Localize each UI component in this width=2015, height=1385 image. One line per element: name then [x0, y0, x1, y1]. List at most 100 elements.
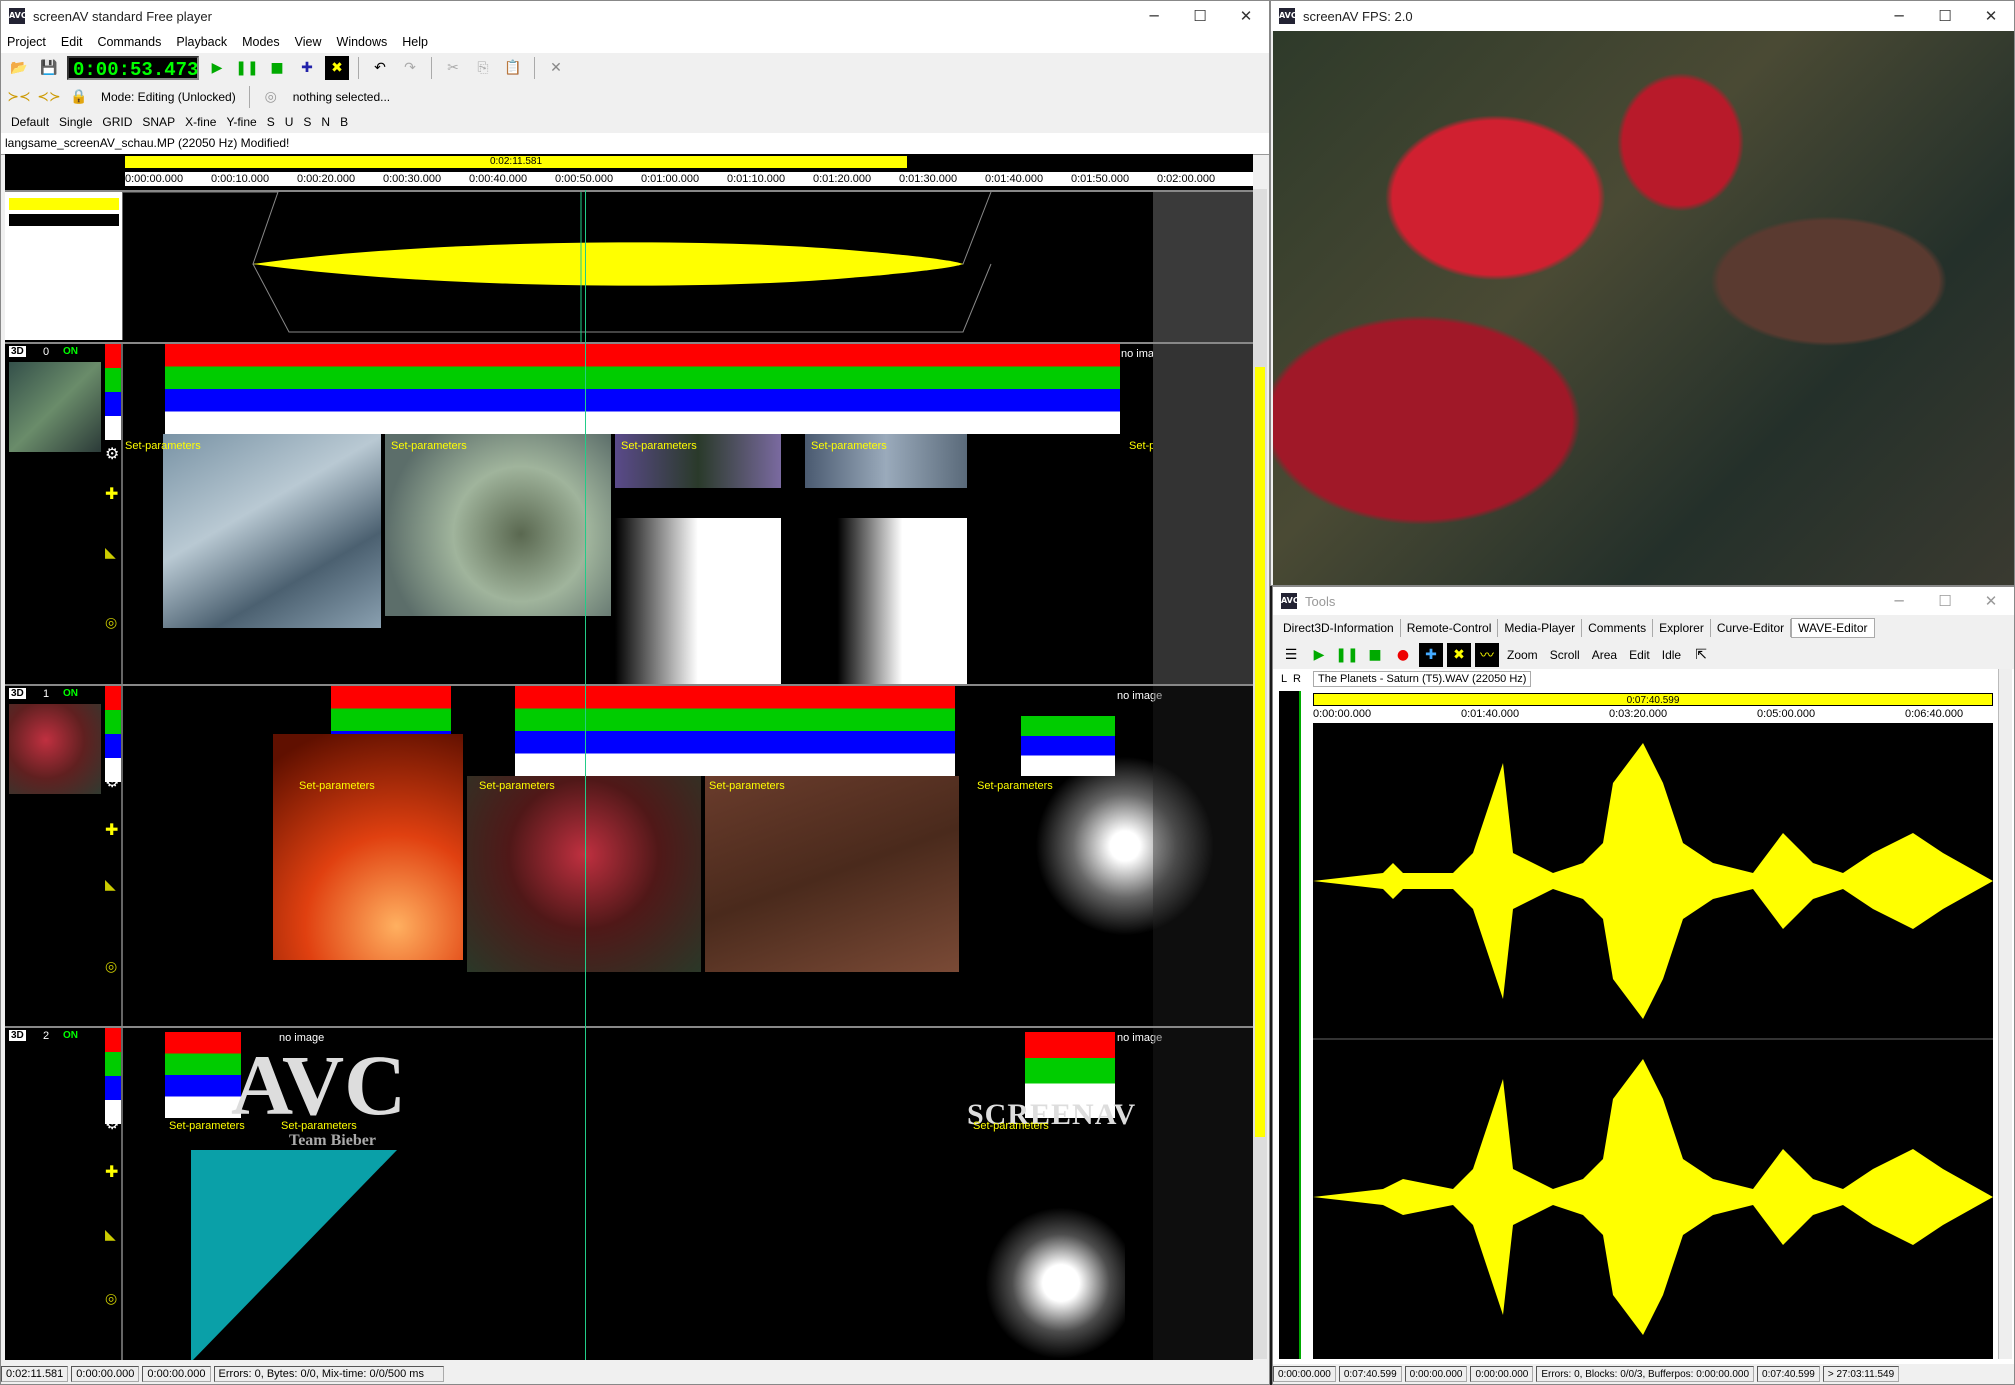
add-icon[interactable]: ✚: [105, 1162, 118, 1182]
set-parameters-label[interactable]: Set-parameters: [811, 440, 887, 452]
opt-xfine[interactable]: X-fine: [181, 115, 220, 129]
menu-playback[interactable]: Playback: [176, 35, 227, 49]
stop-icon[interactable]: ■: [1363, 643, 1387, 667]
ramp-icon[interactable]: ◣: [105, 876, 116, 893]
play-icon[interactable]: ▶: [1307, 643, 1331, 667]
tab-wave-editor[interactable]: WAVE-Editor: [1791, 618, 1875, 638]
menu-view[interactable]: View: [295, 35, 322, 49]
range-bar[interactable]: 0:02:11.581: [125, 156, 907, 168]
settings-icon[interactable]: ⚙: [105, 772, 119, 792]
save-project-icon[interactable]: 💾: [37, 56, 61, 80]
opt-s2[interactable]: S: [299, 115, 315, 129]
set-parameters-label[interactable]: Set-parameters: [977, 780, 1053, 792]
cut-icon[interactable]: ✂: [441, 56, 465, 80]
clip-spiderweb[interactable]: [385, 434, 611, 616]
wave-range-bar[interactable]: 0:07:40.599: [1313, 693, 1993, 706]
action-idle[interactable]: Idle: [1658, 648, 1685, 662]
menu-edit[interactable]: Edit: [61, 35, 83, 49]
video-lane-2[interactable]: 3D 2 ON ⚙ ✚ ◣ ◎ AVC Team Bieber SCREENAV…: [5, 1026, 1253, 1360]
opt-single[interactable]: Single: [55, 115, 96, 129]
settings-icon[interactable]: ⚙: [105, 1114, 119, 1134]
main-titlebar[interactable]: AVC screenAV standard Free player ─ ☐ ✕: [1, 1, 1269, 31]
collapse-icon[interactable]: ≻≺: [7, 85, 31, 109]
set-parameters-label[interactable]: Set-parameters: [973, 1120, 1049, 1132]
tab-comments[interactable]: Comments: [1582, 619, 1654, 637]
menu-windows[interactable]: Windows: [337, 35, 388, 49]
loop-icon[interactable]: ✖: [325, 56, 349, 80]
scrollbar-thumb[interactable]: [1255, 367, 1265, 1137]
clip-leaves[interactable]: [467, 776, 701, 972]
wave-scrollbar[interactable]: [1998, 669, 2012, 1359]
settings-icon[interactable]: ⚙: [105, 444, 119, 464]
clip-gradient-ramp[interactable]: [615, 518, 781, 684]
close-icon[interactable]: ✕: [1223, 7, 1269, 25]
tab-media-player[interactable]: Media-Player: [1498, 619, 1583, 637]
clip-forest-floor[interactable]: [705, 776, 959, 972]
lock-icon[interactable]: 🔒: [67, 85, 91, 109]
opt-default[interactable]: Default: [7, 115, 53, 129]
wave-icon[interactable]: 〰: [1475, 643, 1499, 667]
opt-b[interactable]: B: [336, 115, 352, 129]
opt-grid[interactable]: GRID: [98, 115, 136, 129]
timeline-scrollbar[interactable]: [1253, 189, 1267, 1359]
timeline[interactable]: 0:02:11.581 0:00:00.000 0:00:10.000 0:00…: [5, 154, 1253, 1360]
tab-remote-control[interactable]: Remote-Control: [1401, 619, 1499, 637]
pause-icon[interactable]: ❚❚: [1335, 643, 1359, 667]
circle-icon[interactable]: ◎: [105, 614, 117, 631]
minimize-icon[interactable]: ─: [1131, 7, 1177, 25]
preview-titlebar[interactable]: AVC screenAV FPS: 2.0 ─ ☐ ✕: [1271, 1, 2014, 31]
menu-help[interactable]: Help: [402, 35, 428, 49]
opt-n[interactable]: N: [317, 115, 334, 129]
video-lane-1[interactable]: 3D 1 ON ⚙ ✚ ◣ ◎ Set-parameters Set-param…: [5, 684, 1253, 1028]
set-parameters-label[interactable]: Set-parameters: [621, 440, 697, 452]
set-parameters-label[interactable]: Set-parameters: [169, 1120, 245, 1132]
opt-yfine[interactable]: Y-fine: [222, 115, 260, 129]
file-tab[interactable]: langsame_screenAV_schau.MP (22050 Hz) Mo…: [1, 133, 1269, 155]
lane-on[interactable]: ON: [63, 688, 78, 699]
delete-icon[interactable]: ✕: [544, 56, 568, 80]
menu-commands[interactable]: Commands: [97, 35, 161, 49]
opt-s[interactable]: S: [263, 115, 279, 129]
action-area[interactable]: Area: [1588, 648, 1621, 662]
undo-icon[interactable]: ↶: [368, 56, 392, 80]
play-icon[interactable]: ▶: [205, 56, 229, 80]
opt-snap[interactable]: SNAP: [138, 115, 179, 129]
set-parameters-label[interactable]: Set-parameters: [299, 780, 375, 792]
wave-ruler[interactable]: 0:00:00.000 0:01:40.000 0:03:20.000 0:05…: [1313, 707, 1993, 721]
wave-file-tab[interactable]: The Planets - Saturn (T5).WAV (22050 Hz): [1313, 671, 1532, 687]
loop-icon[interactable]: ✖: [1447, 643, 1471, 667]
maximize-icon[interactable]: ☐: [1177, 7, 1223, 25]
clip-rgb-bars[interactable]: [165, 1032, 241, 1118]
tab-curve-editor[interactable]: Curve-Editor: [1711, 619, 1792, 637]
action-scroll[interactable]: Scroll: [1546, 648, 1584, 662]
clip-mountain[interactable]: [163, 434, 381, 628]
video-lane-0[interactable]: 3D 0 ON ⚙ ✚ ◣ ◎ Set-parameters Set-param…: [5, 342, 1253, 686]
wave-editor-area[interactable]: L R The Planets - Saturn (T5).WAV (22050…: [1273, 669, 2014, 1364]
circle-icon[interactable]: ◎: [105, 958, 117, 975]
opt-u[interactable]: U: [281, 115, 298, 129]
maximize-icon[interactable]: ☐: [1922, 7, 1968, 25]
marker-icon[interactable]: ✚: [295, 56, 319, 80]
set-parameters-label[interactable]: Set-parameters: [391, 440, 467, 452]
maximize-icon[interactable]: ☐: [1922, 592, 1968, 610]
set-parameters-label[interactable]: Set-parameters: [479, 780, 555, 792]
copy-icon[interactable]: ⎘: [471, 56, 495, 80]
open-project-icon[interactable]: 📂: [7, 56, 31, 80]
clip-sunset[interactable]: [273, 734, 463, 960]
audio-lane[interactable]: [5, 190, 1253, 342]
pause-icon[interactable]: ❚❚: [235, 56, 259, 80]
close-icon[interactable]: ✕: [1968, 7, 2014, 25]
paste-icon[interactable]: 📋: [501, 56, 525, 80]
add-icon[interactable]: ✚: [105, 820, 118, 840]
clip-white-glow[interactable]: [965, 1208, 1125, 1358]
cursor-icon[interactable]: ⇱: [1689, 643, 1713, 667]
menu-project[interactable]: Project: [7, 35, 46, 49]
playhead[interactable]: [585, 190, 586, 1360]
add-icon[interactable]: ✚: [105, 484, 118, 504]
menu-modes[interactable]: Modes: [242, 35, 280, 49]
lane-on[interactable]: ON: [63, 1030, 78, 1041]
wave-menu-icon[interactable]: ☰: [1279, 643, 1303, 667]
tab-explorer[interactable]: Explorer: [1653, 619, 1711, 637]
clip-arrow-mask[interactable]: [805, 518, 967, 684]
stop-icon[interactable]: ■: [265, 56, 289, 80]
